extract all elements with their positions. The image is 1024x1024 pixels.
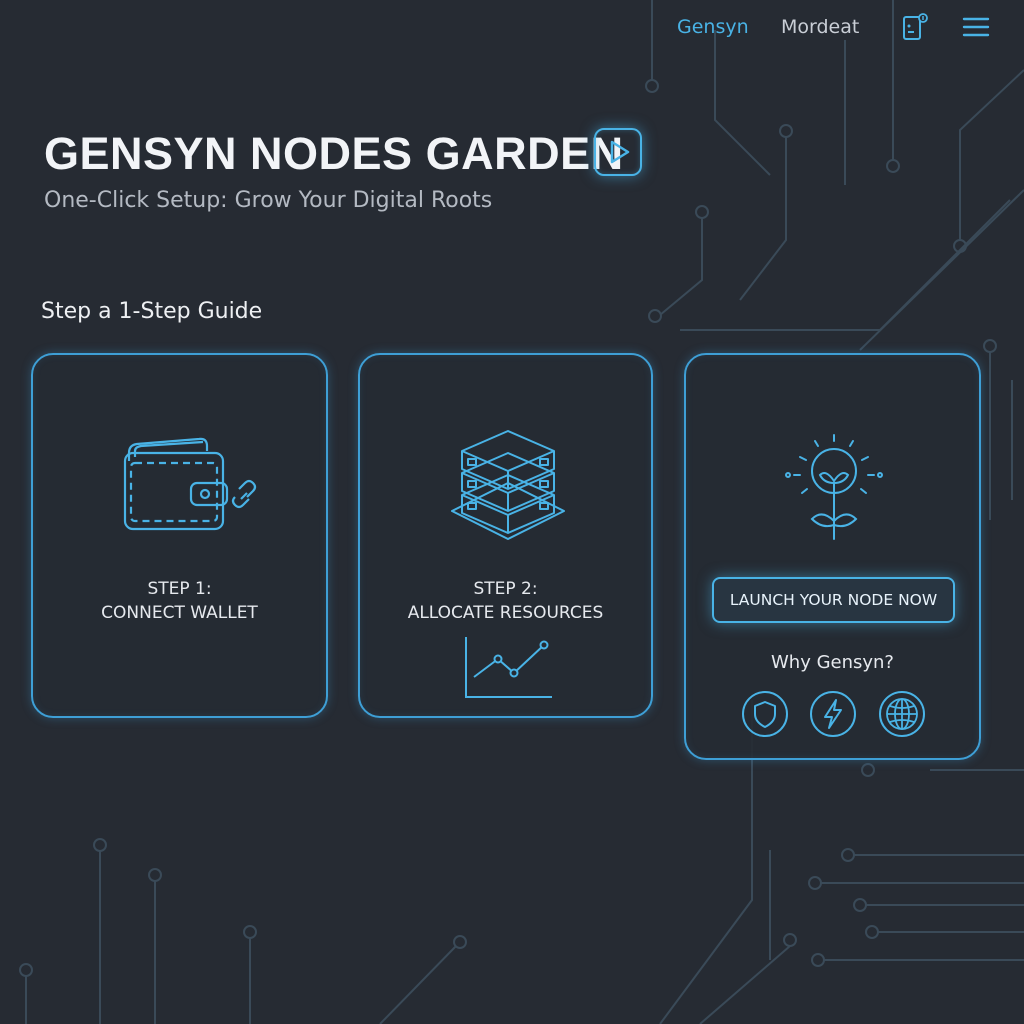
step-1-label: STEP 1: [147, 579, 212, 599]
why-gensyn-label: Why Gensyn? [770, 652, 894, 673]
guide-heading: Step a 1-Step Guide [41, 299, 263, 324]
lightning-icon[interactable] [809, 690, 857, 738]
play-icon [610, 140, 630, 164]
nav-link-gensyn[interactable]: Gensyn [677, 14, 749, 40]
step-2-title: ALLOCATE RESOURCES [407, 603, 604, 623]
page-subtitle: One-Click Setup: Grow Your Digital Roots [44, 188, 493, 213]
sprout-bulb-icon [785, 434, 883, 540]
step-card-connect-wallet[interactable]: STEP 1: CONNECT WALLET [31, 353, 328, 718]
server-stack-icon [451, 430, 565, 540]
step-card-allocate-resources[interactable]: STEP 2: ALLOCATE RESOURCES [358, 353, 653, 718]
shield-icon[interactable] [741, 690, 789, 738]
device-icon[interactable] [900, 12, 930, 42]
globe-icon[interactable] [878, 690, 926, 738]
page-title: GENSYN NODES GARDEN [44, 128, 624, 179]
step-2-label: STEP 2: [473, 579, 538, 599]
play-button[interactable] [594, 128, 642, 176]
nav-link-mordeat[interactable]: Mordeat [781, 14, 859, 40]
step-1-title: CONNECT WALLET [101, 603, 258, 623]
wallet-icon [123, 437, 257, 531]
line-chart-icon [465, 637, 552, 698]
launch-node-button[interactable]: LAUNCH YOUR NODE NOW [712, 577, 955, 623]
menu-icon[interactable] [962, 16, 990, 38]
